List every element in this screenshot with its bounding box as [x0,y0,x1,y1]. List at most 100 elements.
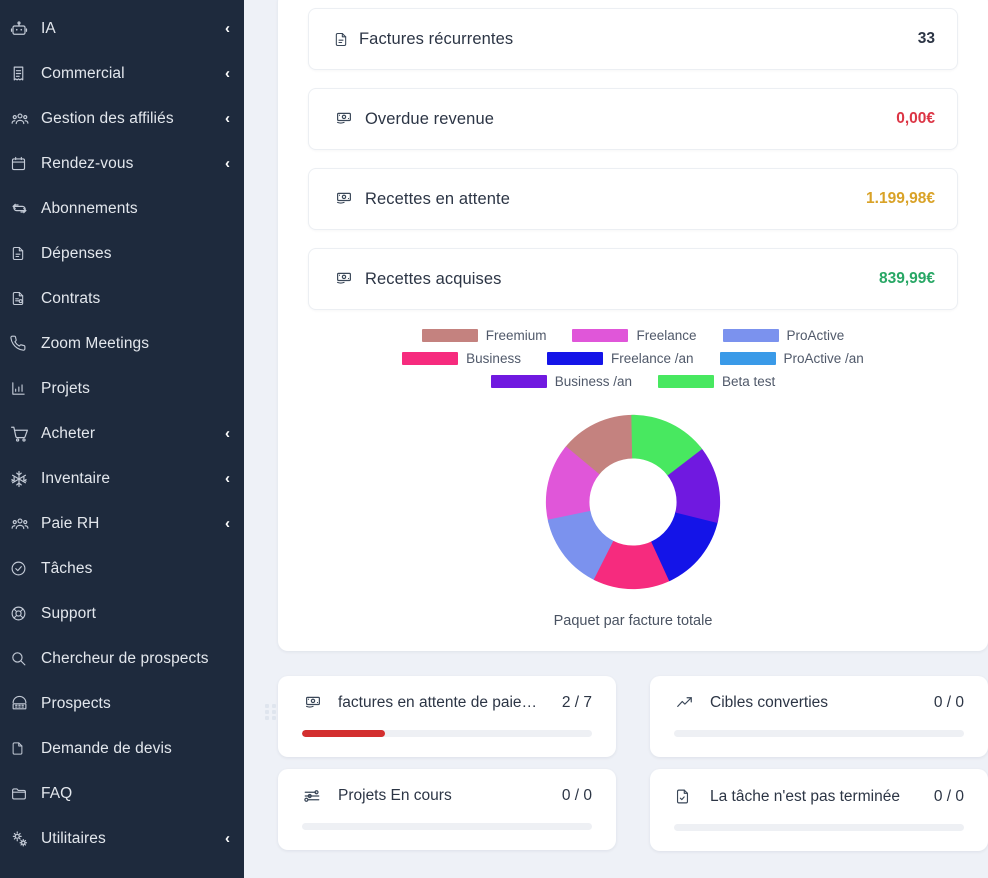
sidebar-item-paie-rh[interactable]: Paie RH ‹ [0,501,244,546]
chevron-left-icon[interactable]: ‹ [225,831,230,846]
sidebar-item-t-ches[interactable]: Tâches [0,546,244,591]
widget-column-left: factures en attente de paie… 2 / 7 Projets… [278,676,616,851]
chevron-left-icon[interactable]: ‹ [225,66,230,81]
legend-label: Business [466,351,521,366]
stat-card[interactable]: Factures récurrentes 33 [308,8,958,70]
snowflake-icon [10,468,36,490]
legend-item[interactable]: ProActive [722,328,845,343]
widget-card[interactable]: factures en attente de paie… 2 / 7 [278,676,616,757]
sidebar-item-label: Support [41,604,96,622]
stat-card-left: Recettes en attente [333,190,510,209]
sidebar-item-ia[interactable]: IA ‹ [0,6,244,51]
progress-track [674,730,964,737]
legend-row: Freemium Freelance ProActive [308,328,958,343]
widget-header: Cibles converties 0 / 0 [674,694,964,712]
legend-label: Freemium [485,328,547,343]
sidebar-item-contrats[interactable]: Contrats [0,276,244,321]
app-root: IA ‹ Commercial ‹ Gestion des affiliés ‹ Rende… [0,0,988,878]
stat-card[interactable]: Recettes acquises 839,99€ [308,248,958,310]
legend-swatch [421,329,478,342]
stat-card-value: 33 [917,30,935,47]
sidebar-item-prospects[interactable]: Prospects [0,681,244,726]
phone-icon [10,333,36,355]
stat-card-list: Factures récurrentes 33 Overdue revenue 0,0… [308,8,958,310]
sidebar-item-chercheur-de-prospects[interactable]: Chercheur de prospects [0,636,244,681]
legend-item[interactable]: Freelance [572,328,697,343]
legend-label: ProActive [786,328,845,343]
legend-label: Freelance [636,328,697,343]
sidebar-item-inventaire[interactable]: Inventaire ‹ [0,456,244,501]
sidebar-item-demande-de-devis[interactable]: Demande de devis [0,726,244,771]
sidebar-item-zoom-meetings[interactable]: Zoom Meetings [0,321,244,366]
chevron-left-icon[interactable]: ‹ [225,111,230,126]
legend-label: Beta test [722,374,776,389]
widget-card[interactable]: Projets En cours 0 / 0 [278,769,616,850]
document-icon [333,31,349,48]
chevron-left-icon[interactable]: ‹ [225,156,230,171]
legend-item[interactable]: Business [402,351,521,366]
sidebar-item-label: Chercheur de prospects [41,649,209,667]
sidebar-item-commercial[interactable]: Commercial ‹ [0,51,244,96]
widget-title: Projets En cours [338,787,452,804]
sidebar-item-label: Utilitaires [41,829,106,847]
legend-item[interactable]: Freemium [421,328,547,343]
sidebar: IA ‹ Commercial ‹ Gestion des affiliés ‹ Rende… [0,0,244,878]
banknote-icon [302,694,326,712]
receipt-icon [10,63,36,85]
stat-card-left: Factures récurrentes [333,30,513,49]
sidebar-item-label: Rendez-vous [41,154,134,172]
legend-item[interactable]: Beta test [658,374,775,389]
stat-card-left: Overdue revenue [333,110,494,129]
widget-header: La tâche n'est pas terminée 0 / 0 [674,787,964,806]
sidebar-item-gestion-des-affili-s[interactable]: Gestion des affiliés ‹ [0,96,244,141]
sidebar-item-acheter[interactable]: Acheter ‹ [0,411,244,456]
chevron-left-icon[interactable]: ‹ [225,516,230,531]
widget-header: factures en attente de paie… 2 / 7 [302,694,592,712]
sliders-icon [302,787,326,805]
legend-item[interactable]: ProActive /an [719,351,864,366]
telephone-icon [10,693,36,715]
chevron-left-icon[interactable]: ‹ [225,21,230,36]
robot-icon [10,18,36,40]
banknote-icon [333,110,355,128]
main-content: Factures récurrentes 33 Overdue revenue 0,0… [244,0,988,878]
legend-swatch [719,352,776,365]
legend-item[interactable]: Business /an [490,374,632,389]
sidebar-item-abonnements[interactable]: Abonnements [0,186,244,231]
gears-icon [10,828,36,850]
drag-handle-icon[interactable] [265,704,276,722]
sidebar-item-rendez-vous[interactable]: Rendez-vous ‹ [0,141,244,186]
legend-swatch [572,329,629,342]
chart-legend: Freemium Freelance ProActive Business Freel… [308,328,958,389]
sidebar-item-label: Tâches [41,559,93,577]
sidebar-item-projets[interactable]: Projets [0,366,244,411]
sidebar-item-label: Contrats [41,289,101,307]
legend-row: Business Freelance /an ProActive /an [308,351,958,366]
legend-swatch [722,329,779,342]
file-icon [10,738,36,760]
legend-row: Business /an Beta test [308,374,958,389]
users-group-icon [10,108,36,130]
sidebar-item-label: Zoom Meetings [41,334,150,352]
legend-item[interactable]: Freelance /an [546,351,694,366]
progress-track [302,730,592,737]
donut-chart[interactable]: FreemiumFreelanceProActiveBusinessFreela… [534,403,732,601]
stat-card-label: Recettes en attente [365,189,510,208]
stat-card-label: Overdue revenue [365,109,494,128]
sidebar-item-label: FAQ [41,784,73,802]
stat-card[interactable]: Overdue revenue 0,00€ [308,88,958,150]
stat-card[interactable]: Recettes en attente 1.199,98€ [308,168,958,230]
chevron-left-icon[interactable]: ‹ [225,471,230,486]
sidebar-item-label: Abonnements [41,199,138,217]
chevron-left-icon[interactable]: ‹ [225,426,230,441]
stat-card-label: Factures récurrentes [359,29,514,48]
sidebar-item-support[interactable]: Support [0,591,244,636]
folder-icon [10,783,36,805]
sidebar-item-d-penses[interactable]: Dépenses [0,231,244,276]
widget-card[interactable]: Cibles converties 0 / 0 [650,676,988,757]
sidebar-item-faq[interactable]: FAQ [0,771,244,816]
sidebar-item-label: Commercial [41,64,125,82]
widget-card[interactable]: La tâche n'est pas terminée 0 / 0 [650,769,988,851]
file-check-icon [674,787,698,806]
sidebar-item-utilitaires[interactable]: Utilitaires ‹ [0,816,244,861]
